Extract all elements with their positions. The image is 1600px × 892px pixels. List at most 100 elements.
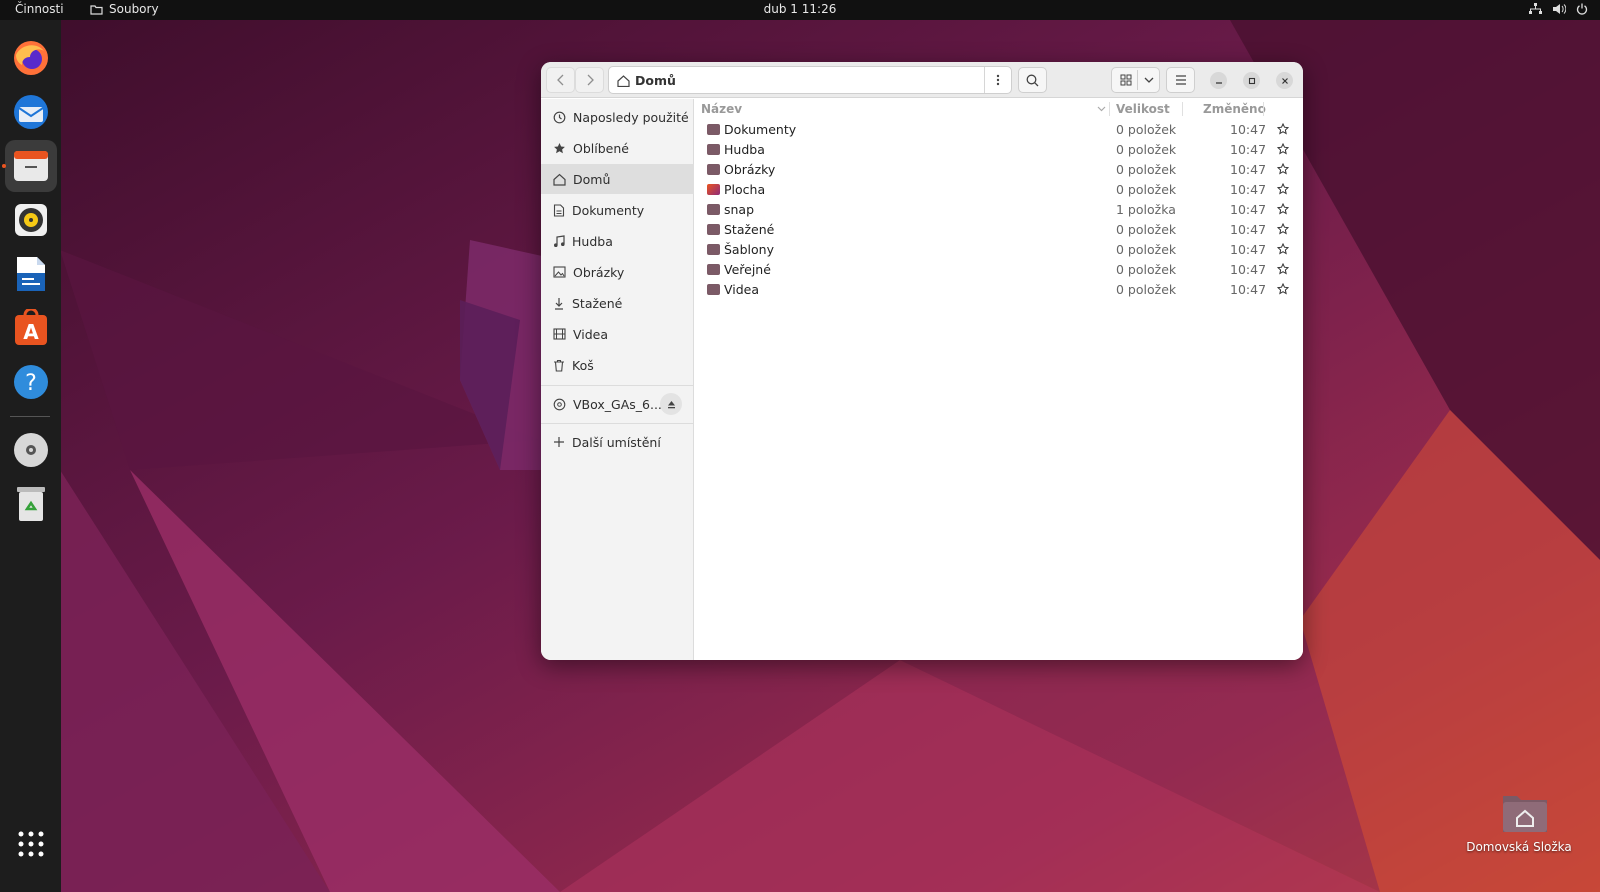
sidebar-item-music[interactable]: Hudba — [541, 226, 694, 256]
file-list: Název Velikost Změněno Dokumenty 0 polož… — [695, 99, 1303, 660]
forward-button[interactable] — [575, 67, 604, 93]
film-icon — [553, 328, 566, 340]
table-row[interactable]: Stažené 0 položek 10:47 — [695, 220, 1303, 240]
star-outline-icon[interactable] — [1277, 283, 1289, 295]
firefox-launcher[interactable] — [5, 32, 57, 84]
table-row[interactable]: Videa 0 položek 10:47 — [695, 280, 1303, 300]
home-folder-icon — [1503, 796, 1547, 832]
sidebar-item-other-locations[interactable]: Další umístění — [541, 427, 694, 457]
maximize-button[interactable] — [1243, 72, 1260, 89]
sidebar-item-home[interactable]: Domů — [541, 164, 694, 194]
file-modified: 10:47 — [1230, 242, 1267, 257]
column-header-label: Velikost — [1116, 102, 1170, 116]
power-icon — [1576, 3, 1588, 15]
hamburger-icon — [1175, 75, 1186, 85]
breadcrumb[interactable]: Domů — [617, 73, 676, 88]
file-size: 0 položek — [1116, 262, 1177, 277]
maximize-icon — [1248, 77, 1255, 84]
column-header-label: Změněno — [1203, 102, 1266, 116]
sidebar-item-recent[interactable]: Naposledy použité — [541, 102, 694, 132]
sidebar-item-label: Obrázky — [573, 264, 625, 280]
help-launcher[interactable]: ? — [5, 356, 57, 408]
dock-separator — [10, 416, 50, 417]
star-outline-icon[interactable] — [1277, 263, 1289, 275]
cd-launcher[interactable] — [5, 424, 57, 476]
trash-launcher[interactable] — [5, 478, 57, 530]
file-size: 0 položek — [1116, 142, 1177, 157]
activities-button[interactable]: Činnosti — [15, 2, 64, 16]
eject-button[interactable] — [660, 393, 682, 415]
show-apps-button[interactable] — [5, 818, 57, 870]
column-divider — [1182, 102, 1183, 116]
file-size: 0 položek — [1116, 282, 1177, 297]
clock[interactable]: dub 1 11:26 — [764, 2, 837, 16]
system-tray[interactable] — [1529, 3, 1588, 15]
column-header-name[interactable]: Název — [701, 99, 1111, 119]
desktop-home-folder[interactable]: Domovská Složka — [1466, 790, 1572, 854]
file-size: 0 položek — [1116, 222, 1177, 237]
file-modified: 10:47 — [1230, 122, 1267, 137]
table-row[interactable]: Plocha 0 položek 10:47 — [695, 180, 1303, 200]
chevron-down-icon — [1144, 77, 1154, 83]
main-menu-button[interactable] — [1166, 67, 1195, 93]
sidebar-item-label: VBox_GAs_6.... — [573, 396, 666, 412]
sidebar-item-downloads[interactable]: Stažené — [541, 288, 694, 318]
sidebar-item-pictures[interactable]: Obrázky — [541, 257, 694, 287]
sort-chevron-down-icon — [1097, 106, 1106, 112]
star-outline-icon[interactable] — [1277, 223, 1289, 235]
app-menu[interactable]: Soubory — [90, 2, 159, 16]
file-size: 0 položek — [1116, 162, 1177, 177]
table-row[interactable]: Hudba 0 položek 10:47 — [695, 140, 1303, 160]
sidebar-item-documents[interactable]: Dokumenty — [541, 195, 694, 225]
close-icon — [1281, 77, 1288, 84]
sidebar-item-videos[interactable]: Videa — [541, 319, 694, 349]
firefox-icon — [14, 41, 48, 75]
file-modified: 10:47 — [1230, 202, 1267, 217]
thunderbird-launcher[interactable] — [5, 86, 57, 138]
volume-icon — [1553, 4, 1566, 14]
column-header-size[interactable]: Velikost — [1116, 99, 1180, 119]
app-center-launcher[interactable]: A — [5, 302, 57, 354]
table-row[interactable]: Dokumenty 0 položek 10:47 — [695, 120, 1303, 140]
home-icon — [553, 173, 566, 186]
star-outline-icon[interactable] — [1277, 143, 1289, 155]
folder-downloads-icon — [707, 224, 720, 235]
sidebar-item-starred[interactable]: Oblíbené — [541, 133, 694, 163]
disc-icon — [553, 398, 566, 410]
star-outline-icon[interactable] — [1277, 123, 1289, 135]
star-outline-icon[interactable] — [1277, 243, 1289, 255]
folder-music-icon — [707, 144, 720, 155]
file-name: Stažené — [724, 222, 775, 237]
close-button[interactable] — [1276, 72, 1293, 89]
back-button[interactable] — [546, 67, 575, 93]
chevron-left-icon — [556, 74, 563, 86]
table-row[interactable]: snap 1 položka 10:47 — [695, 200, 1303, 220]
files-launcher[interactable] — [5, 140, 57, 192]
sidebar-item-trash[interactable]: Koš — [541, 350, 694, 380]
cd-icon — [14, 433, 48, 467]
column-divider — [1109, 102, 1110, 116]
writer-launcher[interactable] — [5, 248, 57, 300]
file-name: Veřejné — [724, 262, 771, 277]
music-icon — [554, 234, 565, 247]
table-row[interactable]: Obrázky 0 položek 10:47 — [695, 160, 1303, 180]
writer-icon — [17, 257, 45, 291]
rhythmbox-launcher[interactable] — [5, 194, 57, 246]
view-mode-button[interactable] — [1111, 67, 1160, 93]
app-menu-label: Soubory — [109, 2, 159, 16]
star-outline-icon[interactable] — [1277, 203, 1289, 215]
sidebar-item-label: Naposledy použité — [573, 109, 689, 125]
path-bar[interactable]: Domů — [608, 66, 1012, 94]
table-row[interactable]: Šablony 0 položek 10:47 — [695, 240, 1303, 260]
search-button[interactable] — [1018, 67, 1047, 93]
file-name: Videa — [724, 282, 760, 297]
table-row[interactable]: Veřejné 0 položek 10:47 — [695, 260, 1303, 280]
star-outline-icon[interactable] — [1277, 183, 1289, 195]
folder-menu-button[interactable] — [985, 67, 1011, 93]
trash-icon — [17, 487, 45, 521]
sidebar-item-label: Videa — [573, 326, 609, 342]
star-outline-icon[interactable] — [1277, 163, 1289, 175]
minimize-button[interactable] — [1210, 72, 1227, 89]
column-header-modified[interactable]: Změněno — [1203, 99, 1266, 119]
sidebar-item-label: Oblíbené — [573, 140, 629, 156]
